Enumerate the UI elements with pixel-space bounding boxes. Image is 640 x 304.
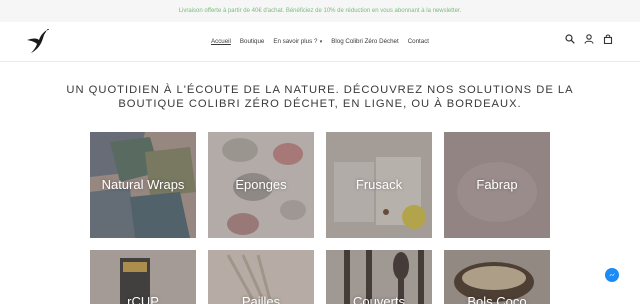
tile-label: Bols Coco xyxy=(467,294,527,304)
main-nav: Accueil Boutique En savoir plus ? ▾ Blog… xyxy=(0,22,640,60)
announcement-text: Livraison offerte à partir de 40€ d'acha… xyxy=(178,8,462,14)
collection-tile-couverts[interactable]: Couverts xyxy=(326,250,432,304)
tile-label: Frusack xyxy=(355,177,403,192)
page-tagline: UN QUOTIDIEN À L'ÉCOUTE DE LA NATURE. DÉ… xyxy=(66,84,574,110)
tile-label: rCUP xyxy=(127,294,159,304)
tile-label: Fabrap xyxy=(476,177,518,192)
nav-item-en-savoir-plus[interactable]: En savoir plus ? ▾ xyxy=(273,38,322,45)
announcement-bar: Livraison offerte à partir de 40€ d'acha… xyxy=(0,0,640,22)
account-icon[interactable] xyxy=(584,34,594,44)
nav-item-contact[interactable]: Contact xyxy=(408,38,429,45)
tile-label: Eponges xyxy=(235,177,287,192)
nav-item-label: En savoir plus ? xyxy=(273,37,318,45)
nav-item-boutique[interactable]: Boutique xyxy=(240,38,264,45)
messenger-icon xyxy=(609,273,615,277)
collection-tile-rcup[interactable]: rCUP xyxy=(90,250,196,304)
tile-label: Pailles xyxy=(241,294,281,304)
tile-label: Natural Wraps xyxy=(101,177,185,192)
collection-tile-natural-wraps[interactable]: Natural Wraps xyxy=(90,132,196,238)
nav-item-blog[interactable]: Blog Colibri Zéro Déchet xyxy=(331,38,398,45)
search-icon[interactable] xyxy=(565,34,575,44)
collection-tile-frusack[interactable]: Frusack xyxy=(326,132,432,238)
nav-item-accueil[interactable]: Accueil xyxy=(211,38,231,45)
chevron-down-icon: ▾ xyxy=(318,38,323,45)
collection-tile-pailles[interactable]: Pailles xyxy=(208,250,314,304)
messenger-chat-button[interactable] xyxy=(605,268,619,282)
collection-tile-fabrap[interactable]: Fabrap xyxy=(444,132,550,238)
header-icons xyxy=(565,34,613,44)
site-header: Accueil Boutique En savoir plus ? ▾ Blog… xyxy=(0,22,640,62)
collection-tile-bols-coco[interactable]: Bols Coco xyxy=(444,250,550,304)
collection-tile-eponges[interactable]: Eponges xyxy=(208,132,314,238)
cart-icon[interactable] xyxy=(603,34,613,44)
tile-label: Couverts xyxy=(352,294,406,304)
